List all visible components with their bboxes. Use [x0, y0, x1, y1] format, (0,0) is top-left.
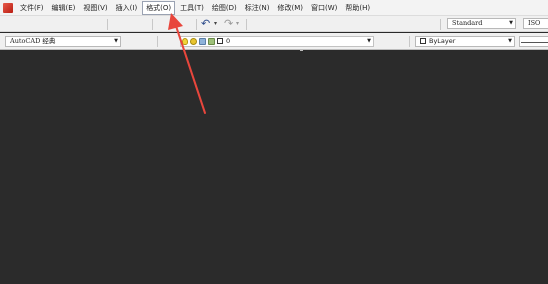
workspace-select[interactable]: AutoCAD 经典 ▼ [5, 36, 121, 47]
redo-icon[interactable]: ↷ [224, 17, 233, 30]
menu-modify[interactable]: 修改(M) [274, 2, 306, 14]
app-icon[interactable] [3, 2, 13, 13]
menu-draw[interactable]: 绘图(D) [209, 2, 240, 14]
redo-dropdown-icon[interactable]: ▾ [236, 20, 239, 27]
menu-file[interactable]: 文件(F) [17, 2, 47, 14]
linetype-preview [521, 42, 548, 43]
toolbar-separator [107, 19, 108, 30]
drawing-canvas[interactable] [0, 51, 548, 284]
text-style-select[interactable]: Standard ▼ [447, 18, 516, 29]
menu-bar: 文件(F) 编辑(E) 视图(V) 插入(I) 格式(O) 工具(T) 绘图(D… [0, 0, 548, 16]
menu-help[interactable]: 帮助(H) [342, 2, 373, 14]
chevron-down-icon: ▼ [508, 38, 512, 44]
toolbar-separator [196, 19, 197, 30]
standard-toolbar: ↶ ▾ ↷ ▾ Standard ▼ ISO [0, 16, 548, 32]
color-select[interactable]: ByLayer ▼ [415, 36, 515, 47]
current-layer-name: 0 [226, 37, 231, 45]
chevron-down-icon: ▼ [367, 38, 371, 44]
toolbar-separator [440, 19, 441, 30]
plot-icon[interactable] [208, 37, 215, 45]
dim-style-select[interactable]: ISO [523, 18, 548, 29]
menu-edit[interactable]: 编辑(E) [49, 2, 79, 14]
color-value: ByLayer [429, 37, 456, 45]
color-square-icon [217, 38, 223, 44]
dim-style-value: ISO [528, 19, 541, 27]
menu-tools[interactable]: 工具(T) [177, 2, 207, 14]
toolbar-separator [409, 36, 410, 47]
menu-dimension[interactable]: 标注(N) [242, 2, 273, 14]
menu-format[interactable]: 格式(O) [142, 0, 176, 15]
undo-icon[interactable]: ↶ [201, 17, 210, 30]
toolbar-separator [152, 19, 153, 30]
text-style-value: Standard [452, 19, 483, 27]
color-swatch-icon [420, 38, 426, 44]
menu-insert[interactable]: 插入(I) [113, 2, 141, 14]
lock-icon[interactable] [199, 37, 206, 45]
toolbar-separator [246, 19, 247, 30]
workspace-value: AutoCAD 经典 [10, 37, 56, 45]
layers-toolbar: AutoCAD 经典 ▼ ▼ 0 ByLayer ▼ [0, 33, 548, 50]
undo-dropdown-icon[interactable]: ▾ [214, 20, 217, 27]
sun-icon[interactable] [190, 37, 197, 45]
menu-view[interactable]: 视图(V) [80, 2, 110, 14]
lightbulb-icon[interactable] [182, 37, 188, 45]
toolbar-separator [157, 36, 158, 47]
chevron-down-icon: ▼ [114, 38, 118, 44]
chevron-down-icon: ▼ [509, 20, 513, 26]
layer-state-icons: 0 [182, 37, 230, 45]
menu-window[interactable]: 窗口(W) [308, 2, 340, 14]
